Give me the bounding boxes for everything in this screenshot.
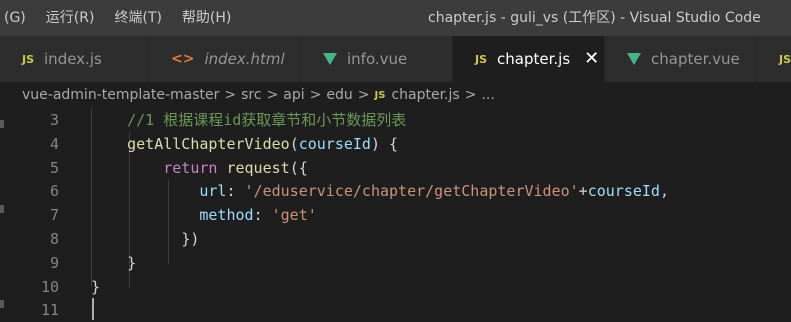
code-line[interactable]: 3 //1 根据课程id获取章节和小节数据列表 [0, 108, 791, 132]
code-token-punc: , [659, 182, 669, 201]
code-text: }) [91, 227, 199, 251]
tab-label: index.html [204, 50, 285, 68]
code-token-punc: : [253, 206, 272, 225]
code-token-str: 'get' [271, 206, 317, 225]
code-token-param: url [199, 182, 227, 201]
code-text: //1 根据课程id获取章节和小节数据列表 [91, 108, 406, 132]
chevron-right-icon: > [224, 87, 237, 103]
line-number: 4 [49, 134, 59, 153]
close-tab-icon[interactable]: ✕ [584, 50, 599, 68]
js-file-icon: JS [475, 52, 488, 66]
breadcrumb-item-file[interactable]: chapter.js [391, 87, 459, 103]
js-file-icon: JS [779, 52, 791, 66]
code-token-punc: }) [181, 230, 200, 248]
code-line[interactable]: 6 url: '/eduservice/chapter/getChapterVi… [0, 179, 791, 203]
breadcrumb-item-api[interactable]: api [283, 87, 304, 103]
code-token-punc: ) { [370, 134, 399, 153]
code-token-punc: ( [289, 134, 299, 153]
js-file-icon: JS [374, 89, 386, 101]
breadcrumb-item-edu[interactable]: edu [326, 87, 352, 103]
menu-bar: (G) 运行(R) 终端(T) 帮助(H) [0, 0, 241, 36]
line-number: 5 [49, 158, 59, 177]
html-file-icon: <> [171, 51, 195, 67]
line-number: 6 [49, 182, 59, 201]
menu-item-help[interactable]: 帮助(H) [172, 0, 241, 36]
code-token-comment: //1 根据课程id获取章节和小节数据列表 [127, 111, 407, 129]
breadcrumb-item-root[interactable]: vue-admin-template-master [22, 87, 219, 103]
code-token-punc: } [127, 253, 137, 272]
line-number: 7 [49, 206, 59, 225]
tab-info-vue[interactable]: info.vue [301, 36, 453, 82]
code-token-func: getAllChapterVideo [127, 134, 290, 153]
line-number: 11 [40, 301, 59, 320]
breadcrumb-item-src[interactable]: src [241, 87, 261, 103]
code-token-punc: + [578, 182, 588, 201]
code-token-param: courseId [298, 134, 371, 153]
tab-label: index.js [44, 50, 102, 68]
code-line[interactable]: 9 } [0, 251, 791, 275]
breadcrumb: vue-admin-template-master > src > api > … [0, 82, 791, 108]
title-bar: (G) 运行(R) 终端(T) 帮助(H) chapter.js - guli_… [0, 0, 791, 36]
tab-index-js[interactable]: JS index.js [0, 36, 149, 82]
code-token-punc: : [226, 182, 245, 201]
code-line[interactable]: 5 return request({ [0, 156, 791, 180]
code-token-str: '/eduservice/chapter/getChapterVideo' [244, 182, 579, 201]
text-cursor [92, 298, 94, 320]
code-text: url: '/eduservice/chapter/getChapterVide… [91, 179, 669, 203]
line-number: 9 [49, 253, 59, 272]
code-line[interactable]: 10} [0, 275, 791, 299]
code-text: return request({ [91, 156, 308, 180]
menu-item-go[interactable]: (G) [0, 0, 36, 36]
code-token-param: courseId [587, 182, 660, 201]
vue-file-icon [323, 53, 337, 65]
line-number: 8 [49, 230, 59, 248]
tab-label: chapter.js [497, 50, 571, 68]
menu-item-run[interactable]: 运行(R) [36, 0, 105, 36]
code-text: getAllChapterVideo(courseId) { [91, 132, 398, 156]
tab-index-html[interactable]: <> index.html [149, 36, 301, 82]
js-file-icon: JS [22, 52, 35, 66]
code-token-punc: } [91, 277, 101, 296]
menu-item-terminal[interactable]: 终端(T) [104, 0, 171, 36]
tab-chapter-vue[interactable]: chapter.vue [605, 36, 757, 82]
chevron-right-icon: > [309, 87, 322, 103]
tab-label: info.vue [347, 50, 408, 68]
code-token-kw: return [163, 158, 218, 177]
line-number: 10 [40, 277, 59, 296]
code-token-func: request [226, 158, 290, 177]
tab-overflow-js[interactable]: JS [757, 36, 791, 82]
editor-tab-bar: JS index.js <> index.html info.vue JS ch… [0, 36, 791, 82]
tab-label: chapter.vue [651, 50, 740, 68]
code-text: } [91, 251, 136, 275]
code-text: } [91, 275, 100, 299]
chevron-right-icon: > [464, 87, 477, 103]
code-line[interactable]: 7 method: 'get' [0, 203, 791, 227]
code-text: method: 'get' [91, 203, 317, 227]
vue-file-icon [627, 53, 641, 65]
breadcrumb-item-symbols[interactable]: ... [481, 87, 494, 103]
line-number: 3 [49, 111, 59, 129]
chevron-right-icon: > [266, 87, 279, 103]
code-line[interactable]: 4 getAllChapterVideo(courseId) { [0, 132, 791, 156]
code-line[interactable]: 8 }) [0, 227, 791, 251]
code-token-param: method [199, 206, 254, 225]
code-line[interactable]: 11 [0, 298, 791, 322]
tab-chapter-js[interactable]: JS chapter.js ✕ [453, 36, 605, 82]
chevron-right-icon: > [357, 87, 370, 103]
code-token-punc: ({ [289, 158, 308, 177]
window-title: chapter.js - guli_vs (工作区) - Visual Stud… [428, 10, 761, 26]
